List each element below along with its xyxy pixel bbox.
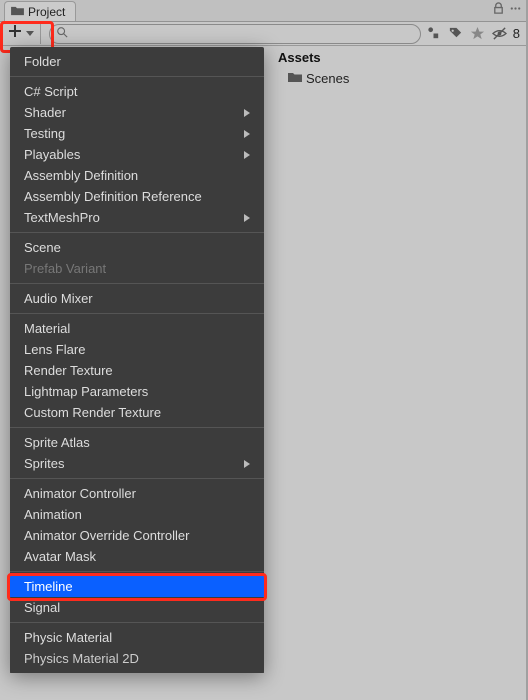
tab-bar: Project <box>0 0 526 22</box>
menu-label: Shader <box>24 105 66 120</box>
menu-separator <box>10 76 264 77</box>
menu-label: Custom Render Texture <box>24 405 161 420</box>
menu-item-folder[interactable]: Folder <box>10 51 264 72</box>
folder-item-scenes[interactable]: Scenes <box>270 69 524 88</box>
menu-separator <box>10 427 264 428</box>
hidden-visibility-icon[interactable] <box>491 25 509 43</box>
menu-label: Timeline <box>24 579 73 594</box>
menu-item-csharp-script[interactable]: C# Script <box>10 81 264 102</box>
search-input-container[interactable] <box>49 24 421 44</box>
tab-options-icon[interactable] <box>509 2 522 20</box>
menu-item-material[interactable]: Material <box>10 318 264 339</box>
menu-separator <box>10 313 264 314</box>
menu-item-animator-controller[interactable]: Animator Controller <box>10 483 264 504</box>
menu-item-timeline[interactable]: Timeline <box>10 576 264 597</box>
menu-item-avatar-mask[interactable]: Avatar Mask <box>10 546 264 567</box>
menu-label: Assembly Definition Reference <box>24 189 202 204</box>
menu-label: Sprite Atlas <box>24 435 90 450</box>
menu-label: Lightmap Parameters <box>24 384 148 399</box>
menu-label: Prefab Variant <box>24 261 106 276</box>
menu-label: Material <box>24 321 70 336</box>
filter-label-icon[interactable] <box>447 25 465 43</box>
menu-label: Render Texture <box>24 363 113 378</box>
menu-separator <box>10 232 264 233</box>
toolbar-filter-icons: 8 <box>425 25 524 43</box>
menu-label: Scene <box>24 240 61 255</box>
favorite-star-icon[interactable] <box>469 25 487 43</box>
chevron-right-icon <box>244 460 250 468</box>
hidden-count: 8 <box>513 26 520 41</box>
chevron-right-icon <box>244 130 250 138</box>
chevron-right-icon <box>244 151 250 159</box>
menu-item-assembly-definition-reference[interactable]: Assembly Definition Reference <box>10 186 264 207</box>
menu-item-assembly-definition[interactable]: Assembly Definition <box>10 165 264 186</box>
menu-item-prefab-variant: Prefab Variant <box>10 258 264 279</box>
menu-item-testing[interactable]: Testing <box>10 123 264 144</box>
folder-item-label: Scenes <box>306 71 349 86</box>
menu-label: Sprites <box>24 456 64 471</box>
menu-label: Assembly Definition <box>24 168 138 183</box>
menu-item-physic-material[interactable]: Physic Material <box>10 627 264 648</box>
menu-separator <box>10 622 264 623</box>
menu-item-sprite-atlas[interactable]: Sprite Atlas <box>10 432 264 453</box>
menu-item-scene[interactable]: Scene <box>10 237 264 258</box>
assets-panel: Assets Scenes <box>270 46 524 700</box>
menu-label: TextMeshPro <box>24 210 100 225</box>
menu-item-animation[interactable]: Animation <box>10 504 264 525</box>
search-input[interactable] <box>72 28 414 40</box>
menu-label: Animator Override Controller <box>24 528 189 543</box>
create-asset-button[interactable] <box>2 23 41 44</box>
folder-icon <box>11 5 24 19</box>
project-tab[interactable]: Project <box>4 1 76 21</box>
menu-label: Audio Mixer <box>24 291 93 306</box>
plus-icon <box>8 24 22 43</box>
menu-label: Physic Material <box>24 630 112 645</box>
menu-label: Physics Material 2D <box>24 651 139 666</box>
menu-item-sprites[interactable]: Sprites <box>10 453 264 474</box>
menu-label: Folder <box>24 54 61 69</box>
menu-item-lightmap-parameters[interactable]: Lightmap Parameters <box>10 381 264 402</box>
menu-item-physics-material-2d[interactable]: Physics Material 2D <box>10 648 264 669</box>
menu-item-render-texture[interactable]: Render Texture <box>10 360 264 381</box>
chevron-right-icon <box>244 109 250 117</box>
menu-label: C# Script <box>24 84 77 99</box>
filter-type-icon[interactable] <box>425 25 443 43</box>
menu-label: Animator Controller <box>24 486 136 501</box>
menu-item-textmeshpro[interactable]: TextMeshPro <box>10 207 264 228</box>
menu-item-animator-override-controller[interactable]: Animator Override Controller <box>10 525 264 546</box>
menu-item-playables[interactable]: Playables <box>10 144 264 165</box>
menu-label: Testing <box>24 126 65 141</box>
dropdown-caret-icon <box>26 31 34 36</box>
menu-label: Lens Flare <box>24 342 85 357</box>
menu-separator <box>10 283 264 284</box>
assets-panel-header: Assets <box>270 46 524 69</box>
menu-item-audio-mixer[interactable]: Audio Mixer <box>10 288 264 309</box>
folder-icon <box>288 71 302 86</box>
search-icon <box>56 25 68 43</box>
chevron-right-icon <box>244 214 250 222</box>
toolbar: 8 <box>0 22 526 46</box>
lock-icon[interactable] <box>492 2 505 20</box>
tab-title: Project <box>28 5 65 19</box>
menu-separator <box>10 571 264 572</box>
tab-right-controls <box>492 1 526 21</box>
menu-item-shader[interactable]: Shader <box>10 102 264 123</box>
menu-item-signal[interactable]: Signal <box>10 597 264 618</box>
menu-label: Playables <box>24 147 80 162</box>
menu-label: Animation <box>24 507 82 522</box>
menu-label: Avatar Mask <box>24 549 96 564</box>
create-asset-menu: Folder C# Script Shader Testing Playable… <box>10 47 264 673</box>
menu-item-custom-render-texture[interactable]: Custom Render Texture <box>10 402 264 423</box>
menu-separator <box>10 478 264 479</box>
menu-item-lens-flare[interactable]: Lens Flare <box>10 339 264 360</box>
menu-label: Signal <box>24 600 60 615</box>
